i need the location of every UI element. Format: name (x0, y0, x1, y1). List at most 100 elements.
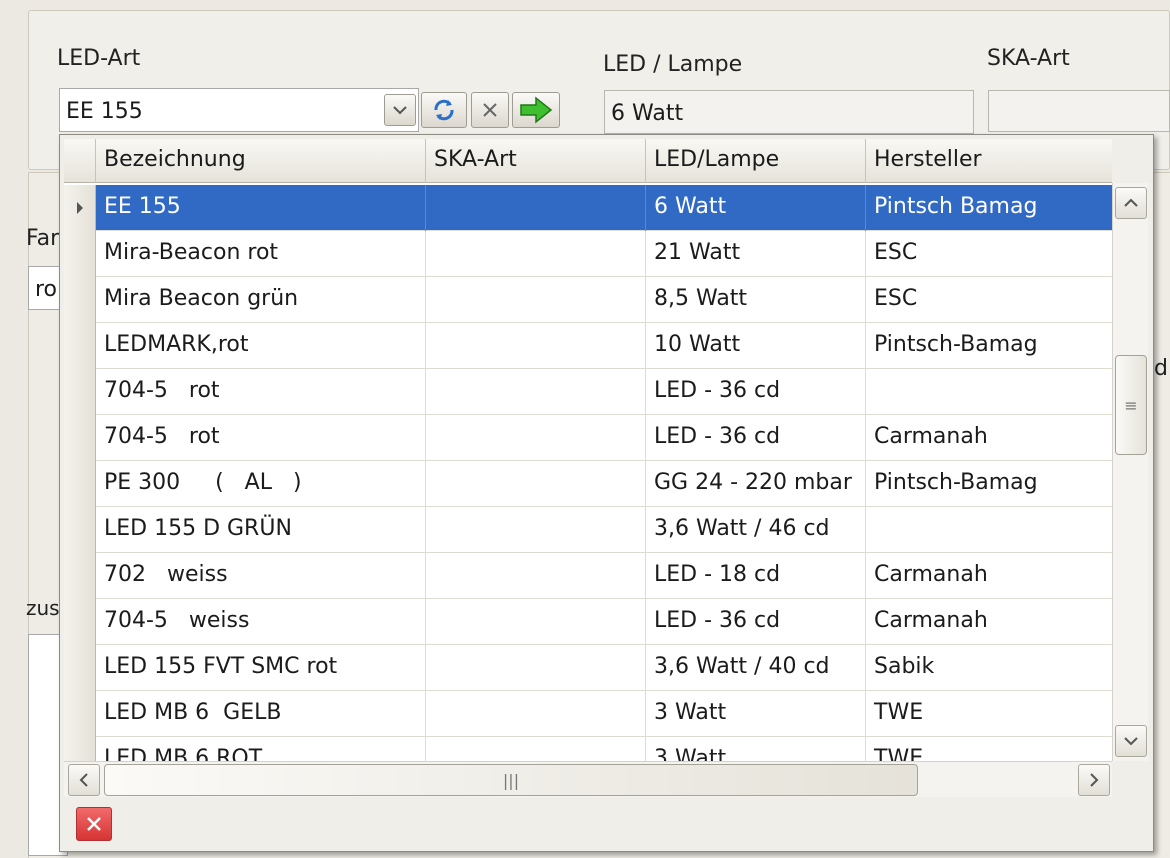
cell-bezeichnung[interactable]: 704-5 rot (96, 415, 426, 461)
cell-ska-art[interactable] (426, 691, 646, 737)
scroll-up-button[interactable] (1115, 187, 1147, 219)
table-row[interactable]: PE 300 ( AL ) GG 24 - 220 mbar Pintsch-Bam… (64, 461, 1112, 507)
row-indicator[interactable] (64, 645, 96, 691)
table-row[interactable]: Mira-Beacon rot 21 Watt ESC (64, 231, 1112, 277)
cell-led-lampe[interactable]: 21 Watt (646, 231, 866, 277)
cell-hersteller[interactable]: Carmanah (866, 599, 1112, 645)
cell-hersteller[interactable]: Sabik (866, 645, 1112, 691)
cell-ska-art[interactable] (426, 507, 646, 553)
cell-led-lampe[interactable]: LED - 18 cd (646, 553, 866, 599)
lookup-popup: Bezeichnung SKA-Art LED/Lampe Hersteller… (59, 134, 1154, 852)
cell-hersteller[interactable]: Carmanah (866, 415, 1112, 461)
horizontal-scrollbar[interactable]: ||| (64, 761, 1112, 797)
green-arrow-right-icon (520, 96, 553, 124)
cell-led-lampe[interactable]: 8,5 Watt (646, 277, 866, 323)
cell-bezeichnung[interactable]: PE 300 ( AL ) (96, 461, 426, 507)
row-indicator[interactable] (64, 231, 96, 277)
cell-bezeichnung[interactable]: LED MB 6 ROT (96, 737, 426, 761)
led-art-combobox[interactable]: EE 155 (59, 88, 419, 132)
cell-led-lampe[interactable]: LED - 36 cd (646, 599, 866, 645)
go-button[interactable] (512, 92, 560, 128)
cell-led-lampe[interactable]: 3,6 Watt / 46 cd (646, 507, 866, 553)
vertical-scroll-thumb[interactable]: ≡ (1115, 355, 1147, 455)
row-indicator[interactable] (64, 185, 96, 231)
cell-ska-art[interactable] (426, 553, 646, 599)
cell-ska-art[interactable] (426, 599, 646, 645)
cell-hersteller[interactable]: TWE (866, 691, 1112, 737)
close-popup-button[interactable] (76, 807, 112, 841)
clear-button[interactable] (471, 92, 509, 128)
table-row[interactable]: LED 155 D GRÜN 3,6 Watt / 46 cd (64, 507, 1112, 553)
cell-led-lampe[interactable]: 3 Watt (646, 691, 866, 737)
cell-led-lampe[interactable]: LED - 36 cd (646, 369, 866, 415)
cell-led-lampe[interactable]: LED - 36 cd (646, 415, 866, 461)
red-close-icon (87, 817, 101, 831)
table-row[interactable]: 704-5 rot LED - 36 cd Carmanah (64, 415, 1112, 461)
cell-hersteller[interactable]: ESC (866, 277, 1112, 323)
cell-ska-art[interactable] (426, 645, 646, 691)
cell-ska-art[interactable] (426, 323, 646, 369)
table-row[interactable]: 704-5 rot LED - 36 cd (64, 369, 1112, 415)
cell-bezeichnung[interactable]: Mira Beacon grün (96, 277, 426, 323)
cell-hersteller[interactable]: Carmanah (866, 553, 1112, 599)
scroll-right-button[interactable] (1078, 764, 1110, 796)
cell-ska-art[interactable] (426, 737, 646, 761)
cell-ska-art[interactable] (426, 461, 646, 507)
table-row[interactable]: 702 weiss LED - 18 cd Carmanah (64, 553, 1112, 599)
row-indicator[interactable] (64, 507, 96, 553)
cell-bezeichnung[interactable]: Mira-Beacon rot (96, 231, 426, 277)
row-indicator[interactable] (64, 369, 96, 415)
cell-hersteller[interactable]: TWE (866, 737, 1112, 761)
cell-bezeichnung[interactable]: LED 155 D GRÜN (96, 507, 426, 553)
cell-led-lampe[interactable]: 10 Watt (646, 323, 866, 369)
cell-hersteller[interactable]: Pintsch Bamag (866, 185, 1112, 231)
row-indicator[interactable] (64, 323, 96, 369)
cell-bezeichnung[interactable]: LEDMARK,rot (96, 323, 426, 369)
cell-led-lampe[interactable]: 3 Watt (646, 737, 866, 761)
column-header-led-lampe[interactable]: LED/Lampe (646, 139, 866, 183)
cell-hersteller[interactable]: ESC (866, 231, 1112, 277)
row-indicator[interactable] (64, 461, 96, 507)
vertical-scrollbar[interactable]: ≡ (1112, 183, 1148, 761)
cell-hersteller[interactable]: Pintsch-Bamag (866, 323, 1112, 369)
table-row[interactable]: LED 155 FVT SMC rot 3,6 Watt / 40 cd Sabik (64, 645, 1112, 691)
cell-ska-art[interactable] (426, 277, 646, 323)
cell-hersteller[interactable] (866, 507, 1112, 553)
cell-bezeichnung[interactable]: 704-5 rot (96, 369, 426, 415)
table-row[interactable]: 704-5 weiss LED - 36 cd Carmanah (64, 599, 1112, 645)
table-row[interactable]: LEDMARK,rot 10 Watt Pintsch-Bamag (64, 323, 1112, 369)
cell-hersteller[interactable] (866, 369, 1112, 415)
table-row[interactable]: LED MB 6 ROT 3 Watt TWE (64, 737, 1112, 761)
cell-led-lampe[interactable]: GG 24 - 220 mbar (646, 461, 866, 507)
cell-ska-art[interactable] (426, 415, 646, 461)
cell-bezeichnung[interactable]: 704-5 weiss (96, 599, 426, 645)
column-header-bezeichnung[interactable]: Bezeichnung (96, 139, 426, 183)
cell-bezeichnung[interactable]: 702 weiss (96, 553, 426, 599)
cell-ska-art[interactable] (426, 185, 646, 231)
table-row[interactable]: Mira Beacon grün 8,5 Watt ESC (64, 277, 1112, 323)
cell-bezeichnung[interactable]: LED 155 FVT SMC rot (96, 645, 426, 691)
horizontal-scroll-thumb[interactable]: ||| (104, 764, 918, 796)
cell-led-lampe[interactable]: 3,6 Watt / 40 cd (646, 645, 866, 691)
cell-bezeichnung[interactable]: LED MB 6 GELB (96, 691, 426, 737)
column-header-hersteller[interactable]: Hersteller (866, 139, 1112, 183)
table-row[interactable]: EE 155 6 Watt Pintsch Bamag (64, 185, 1112, 231)
row-indicator[interactable] (64, 415, 96, 461)
refresh-button[interactable] (421, 92, 467, 128)
lookup-grid: Bezeichnung SKA-Art LED/Lampe Hersteller… (64, 139, 1112, 761)
row-indicator[interactable] (64, 599, 96, 645)
row-indicator[interactable] (64, 691, 96, 737)
cell-led-lampe[interactable]: 6 Watt (646, 185, 866, 231)
cell-hersteller[interactable]: Pintsch-Bamag (866, 461, 1112, 507)
column-header-ska-art[interactable]: SKA-Art (426, 139, 646, 183)
table-row[interactable]: LED MB 6 GELB 3 Watt TWE (64, 691, 1112, 737)
cell-ska-art[interactable] (426, 231, 646, 277)
row-indicator[interactable] (64, 553, 96, 599)
cell-bezeichnung[interactable]: EE 155 (96, 185, 426, 231)
scroll-down-button[interactable] (1115, 725, 1147, 757)
row-indicator[interactable] (64, 277, 96, 323)
cell-ska-art[interactable] (426, 369, 646, 415)
row-indicator[interactable] (64, 737, 96, 761)
led-art-dropdown-button[interactable] (384, 94, 416, 126)
scroll-left-button[interactable] (68, 764, 100, 796)
